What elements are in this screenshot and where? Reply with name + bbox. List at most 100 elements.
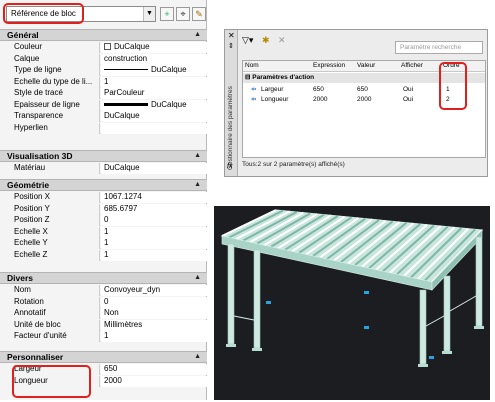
property-value[interactable]: DuCalque	[101, 111, 207, 122]
grip-marker	[266, 301, 271, 304]
property-row[interactable]: Annotatif Non	[6, 308, 207, 319]
category-title: Visualisation 3D	[7, 151, 73, 161]
collapse-icon[interactable]: ▲	[194, 352, 201, 362]
collapse-icon[interactable]: ▲	[194, 180, 201, 190]
property-value[interactable]: 1	[101, 76, 207, 88]
property-row[interactable]: Rotation 0	[6, 296, 207, 308]
3d-viewport[interactable]	[214, 206, 490, 400]
property-value[interactable]: 0	[101, 215, 207, 226]
property-value-text: ParCouleur	[104, 88, 145, 97]
parameter-search-input[interactable]: Paramètre recherche	[395, 41, 483, 54]
category-header[interactable]: Visualisation 3D ▲	[0, 150, 207, 162]
property-value-text: 1	[104, 331, 109, 340]
select-objects-icon[interactable]: ⌖	[176, 7, 190, 21]
column-header-name[interactable]: Nom	[245, 62, 259, 69]
category-header[interactable]: Personnaliser ▲	[0, 351, 207, 363]
category-header[interactable]: Géométrie ▲	[0, 179, 207, 191]
property-row[interactable]: Echelle Y 1	[6, 238, 207, 249]
column-header-value[interactable]: Valeur	[357, 62, 375, 69]
property-row[interactable]: Epaisseur de ligne DuCalque	[6, 99, 207, 111]
property-value[interactable]	[101, 122, 207, 134]
property-row[interactable]: Transparence DuCalque	[6, 111, 207, 122]
param-expression[interactable]: 2000	[313, 95, 327, 105]
property-row[interactable]: Nom Convoyeur_dyn	[6, 285, 207, 296]
property-value-text: DuCalque	[114, 42, 150, 51]
property-value-text: 1	[104, 238, 109, 247]
support-leg	[253, 249, 261, 349]
close-icon[interactable]: ✕	[228, 31, 235, 40]
support-leg	[475, 236, 483, 327]
property-value[interactable]: DuCalque	[101, 99, 207, 111]
property-label: Echelle Y	[6, 238, 100, 249]
property-value[interactable]: 2000	[101, 375, 207, 387]
leg-foot	[442, 351, 452, 354]
property-value-text: 2000	[104, 375, 122, 385]
property-value[interactable]: 685.6797	[101, 203, 207, 215]
property-value[interactable]: 1	[101, 226, 207, 238]
property-row[interactable]: Calque construction	[6, 53, 207, 65]
property-row[interactable]: Position Z 0	[6, 215, 207, 226]
chevron-down-icon[interactable]: ▼	[143, 7, 155, 21]
property-row[interactable]: Style de tracé ParCouleur	[6, 88, 207, 99]
cross-brace	[233, 315, 255, 321]
category-header[interactable]: Général ▲	[0, 29, 207, 41]
search-placeholder: Paramètre recherche	[400, 44, 462, 51]
property-value[interactable]: 1	[101, 238, 207, 249]
param-show[interactable]: Oui	[403, 85, 413, 95]
property-row[interactable]: Position Y 685.6797	[6, 203, 207, 215]
column-header-expression[interactable]: Expression	[313, 62, 345, 69]
order-highlight	[439, 62, 467, 110]
property-value[interactable]: construction	[101, 53, 207, 65]
linetype-sample-icon	[104, 69, 148, 70]
property-value[interactable]: DuCalque	[101, 42, 207, 53]
property-value-text: 685.6797	[104, 203, 138, 213]
category-title: Général	[7, 30, 39, 40]
category-header[interactable]: Divers ▲	[0, 272, 207, 284]
property-row[interactable]: Echelle Z 1	[6, 249, 207, 261]
property-row[interactable]: Echelle du type de li... 1	[6, 76, 207, 88]
property-value[interactable]: 1	[101, 331, 207, 342]
property-value[interactable]: Millimètres	[101, 319, 207, 331]
toggle-pickadd-icon[interactable]: +	[160, 7, 174, 21]
property-row[interactable]: Type de ligne DuCalque	[6, 65, 207, 76]
filter-icon[interactable]: ▽▾	[242, 34, 253, 46]
collapse-icon[interactable]: ▲	[194, 273, 201, 283]
property-row[interactable]: Matériau DuCalque	[6, 163, 207, 174]
property-value[interactable]: Non	[101, 308, 207, 319]
property-row[interactable]: Hyperlien	[6, 122, 207, 134]
param-name: Longueur	[261, 96, 289, 103]
fx-icon[interactable]: fx	[227, 163, 232, 170]
property-value[interactable]: DuCalque	[101, 163, 207, 174]
property-value[interactable]: Convoyeur_dyn	[101, 285, 207, 296]
delete-icon[interactable]: ✕	[278, 34, 286, 46]
property-row[interactable]: Facteur d'unité 1	[6, 331, 207, 342]
parameter-manager-title: Gestionnaire des paramètres	[227, 86, 234, 170]
property-value-text: 1	[104, 249, 109, 259]
param-show[interactable]: Oui	[403, 95, 413, 105]
property-value[interactable]: ParCouleur	[101, 88, 207, 99]
autohide-icon[interactable]: ⇕	[228, 42, 234, 50]
property-value[interactable]: 1	[101, 249, 207, 261]
property-value[interactable]: DuCalque	[101, 65, 207, 76]
property-label: Position X	[6, 192, 100, 203]
new-parameter-icon[interactable]: ✱	[262, 34, 270, 46]
leg-foot	[226, 344, 236, 347]
property-value[interactable]: 0	[101, 296, 207, 308]
property-label: Facteur d'unité	[6, 331, 100, 342]
collapse-icon[interactable]: ▲	[194, 151, 201, 161]
property-value-text: 1	[104, 226, 109, 236]
property-row[interactable]: Unité de bloc Millimètres	[6, 319, 207, 331]
param-expression[interactable]: 650	[313, 85, 324, 95]
property-row[interactable]: Position X 1067.1274	[6, 192, 207, 203]
column-header-show[interactable]: Afficher	[401, 62, 423, 69]
property-value[interactable]: 1067.1274	[101, 192, 207, 203]
support-leg	[227, 243, 235, 345]
property-value[interactable]: 650	[101, 364, 207, 375]
quick-select-icon[interactable]: ✎	[192, 7, 206, 21]
param-value[interactable]: 2000	[357, 95, 371, 105]
collapse-icon[interactable]: ▲	[194, 30, 201, 40]
property-row[interactable]: Couleur DuCalque	[6, 42, 207, 53]
param-value[interactable]: 650	[357, 85, 368, 95]
property-row[interactable]: Echelle X 1	[6, 226, 207, 238]
param-name: Largeur	[261, 86, 284, 93]
